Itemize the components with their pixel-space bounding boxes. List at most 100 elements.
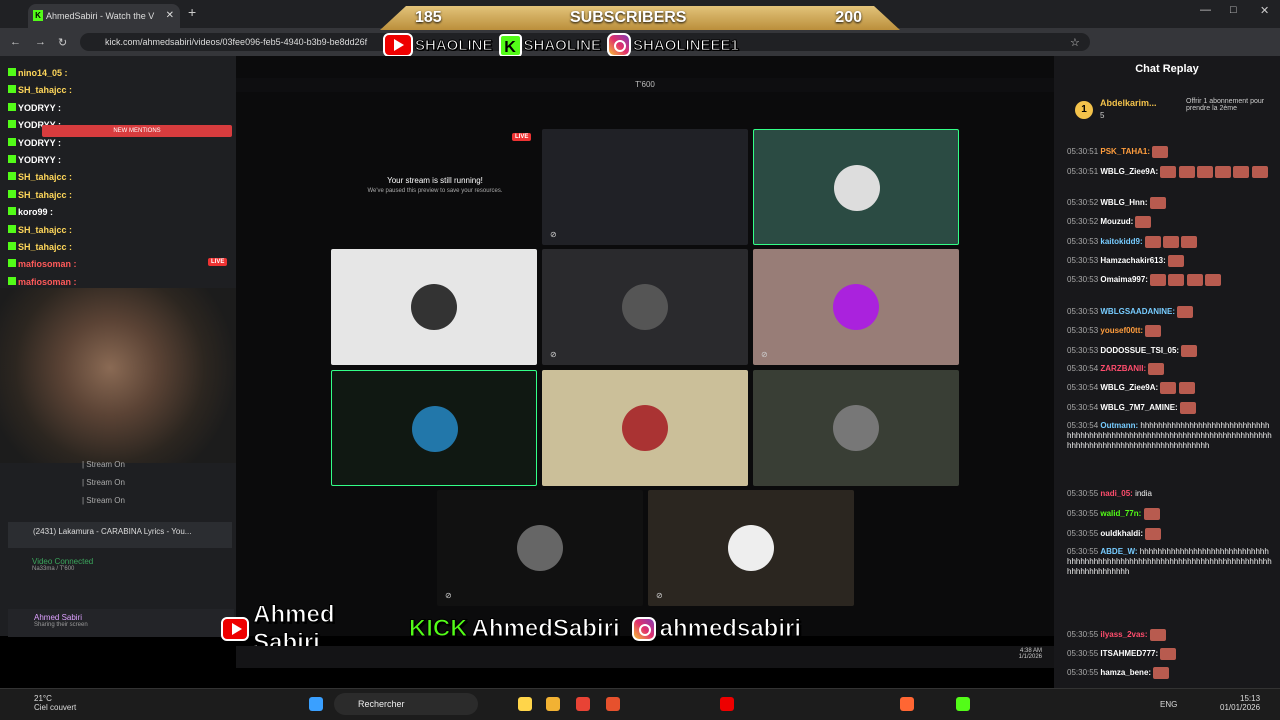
chat-message: 05:30:55 nadi_05: india [1067, 489, 1273, 499]
pinned-user: Abdelkarim... [1100, 98, 1157, 108]
participant-avatar [622, 284, 668, 330]
discord-username: Ahmed Sabiri [34, 613, 83, 622]
muted-mic-icon: ⊘ [550, 230, 557, 239]
kick-badge [8, 137, 16, 146]
message-user: ABDE_W: [1100, 547, 1138, 556]
message-time: 05:30:52 [1067, 217, 1099, 227]
kick-badge [8, 120, 16, 129]
weather-widget[interactable]: 21°C Ciel couvert [34, 694, 76, 712]
minimize-icon[interactable]: — [1200, 4, 1211, 16]
participant-tile[interactable]: ⊘ [753, 249, 959, 365]
message-user: DODOSSUE_TSI_05: [1100, 346, 1180, 356]
participant-tile[interactable] [331, 249, 537, 365]
chat-message: 05:30:52 Mouzud: [1067, 216, 1273, 228]
participant-tile[interactable] [753, 370, 959, 486]
emote-icon [1148, 363, 1165, 375]
windows-start-icon[interactable] [309, 697, 323, 711]
voice-connection: Video Connected Na33ma / T'600 [32, 557, 93, 572]
left-chat-user: YODRYY : [18, 137, 62, 148]
chat-message: 05:30:51 PSK_TAHA1: [1067, 146, 1273, 158]
emote-icon [1178, 166, 1195, 178]
message-time: 05:30:55 [1067, 509, 1099, 519]
emote-icon [1251, 166, 1268, 178]
emote-icon [1143, 508, 1160, 520]
chat-message: 05:30:53 Omaima997: [1067, 274, 1273, 286]
chat-message: 05:30:53 kaitokidd9: [1067, 236, 1273, 248]
message-user: WBLG_7M7_AMINE: [1100, 403, 1178, 413]
copilot-icon[interactable] [518, 697, 532, 711]
close-window-icon[interactable]: ✕ [1260, 4, 1269, 17]
left-chat-line: SH_tahajcc : [8, 172, 72, 182]
top-socials: SHAOLINE K SHAOLINE SHAOLINEEE1 [383, 32, 895, 58]
chat-message: 05:30:55 ilyass_2vas: [1067, 629, 1273, 641]
emote-icon [1145, 528, 1162, 540]
youtube-handle: SHAOLINE [415, 36, 494, 54]
maximize-icon[interactable]: □ [1230, 4, 1237, 16]
subscribers-label: SUBSCRIBERS [570, 9, 687, 26]
brave-icon[interactable] [900, 697, 914, 711]
participant-tile[interactable]: ⊘ [542, 129, 748, 245]
language-indicator[interactable]: ENG [1160, 700, 1177, 709]
chat-message: 05:30:55 ouldkhaldi: [1067, 528, 1273, 540]
left-chat-line: nino14_05 : [8, 68, 68, 78]
chrome-icon[interactable] [576, 697, 590, 711]
emote-icon [1204, 274, 1221, 286]
message-user: PSK_TAHA1: [1100, 147, 1151, 157]
browser-tab[interactable]: K AhmedSabiri - Watch the V ✕ [28, 4, 180, 28]
emote-icon [1177, 306, 1194, 318]
message-time: 05:30:53 [1067, 346, 1099, 356]
message-time: 05:30:51 [1067, 147, 1099, 157]
participant-avatar [622, 405, 668, 451]
participant-tile[interactable]: ⊘ [437, 490, 643, 606]
participant-tile[interactable] [331, 370, 537, 486]
back-icon[interactable]: ← [10, 36, 21, 48]
participant-tile[interactable] [753, 129, 959, 245]
emote-icon [1152, 146, 1169, 158]
participant-avatar [833, 284, 879, 330]
message-user: Outmann: [1100, 421, 1139, 430]
voice-status: Video Connected [32, 557, 94, 566]
app-icon[interactable] [606, 697, 620, 711]
emote-icon [1233, 166, 1250, 178]
left-live-badge: LIVE [208, 258, 228, 266]
new-tab-icon[interactable]: + [188, 4, 196, 20]
kick-taskbar-icon[interactable] [956, 697, 970, 711]
left-chat-user: SH_tahajcc : [18, 242, 73, 252]
left-chat-user: SH_tahajcc : [18, 224, 73, 235]
youtube-taskbar-icon[interactable] [720, 697, 734, 711]
file-explorer-icon[interactable] [546, 697, 560, 711]
message-time: 05:30:53 [1067, 237, 1099, 247]
pinned-gift: 1 Abdelkarim... 5 Offrir 1 abonnement pour … [1062, 92, 1274, 130]
message-user: yousef00tt: [1100, 326, 1144, 336]
now-playing-track[interactable]: (2431) Lakamura - CARABINA Lyrics - You.… [8, 522, 232, 548]
emote-icon [1167, 255, 1184, 267]
left-chat-user: SH_tahajcc : [18, 189, 73, 200]
main-live-badge: LIVE [512, 133, 532, 141]
participant-avatar [834, 165, 880, 211]
participant-tile[interactable] [542, 370, 748, 486]
chat-message: 05:30:53 yousef00tt: [1067, 325, 1273, 337]
participant-tile[interactable]: ⊘ [542, 249, 748, 365]
message-user: WBLG_Ziee9A: [1100, 167, 1159, 177]
discord-user-bar[interactable]: Ahmed Sabiri Sharing their screen [8, 609, 234, 637]
subscribers-current: 185 [415, 9, 442, 26]
bookmark-star-icon[interactable]: ☆ [1070, 36, 1080, 49]
subscriber-goal-banner: 185 SUBSCRIBERS 200 [380, 6, 900, 30]
message-time: 05:30:53 [1067, 326, 1099, 336]
message-time: 05:30:55 [1067, 547, 1099, 556]
close-tab-icon[interactable]: ✕ [166, 4, 174, 28]
reload-icon[interactable]: ↻ [58, 36, 67, 49]
new-mentions-bar[interactable]: NEW MENTIONS [42, 125, 232, 137]
emote-icon [1215, 166, 1232, 178]
left-chat-line: mafiosoman : [8, 276, 77, 287]
emote-icon [1149, 629, 1166, 641]
message-user: Mouzud: [1100, 217, 1134, 227]
participant-tile[interactable]: ⊘ [648, 490, 854, 606]
system-clock[interactable]: 15:13 01/01/2026 [1220, 694, 1260, 712]
paused-notice: Your stream is still running! We've pause… [332, 176, 538, 194]
forward-icon[interactable]: → [35, 36, 46, 48]
message-time: 05:30:55 [1067, 668, 1099, 678]
message-user: WBLG_Ziee9A: [1100, 383, 1159, 393]
taskbar-search[interactable]: Rechercher [334, 693, 478, 715]
message-text: india [1135, 489, 1152, 498]
